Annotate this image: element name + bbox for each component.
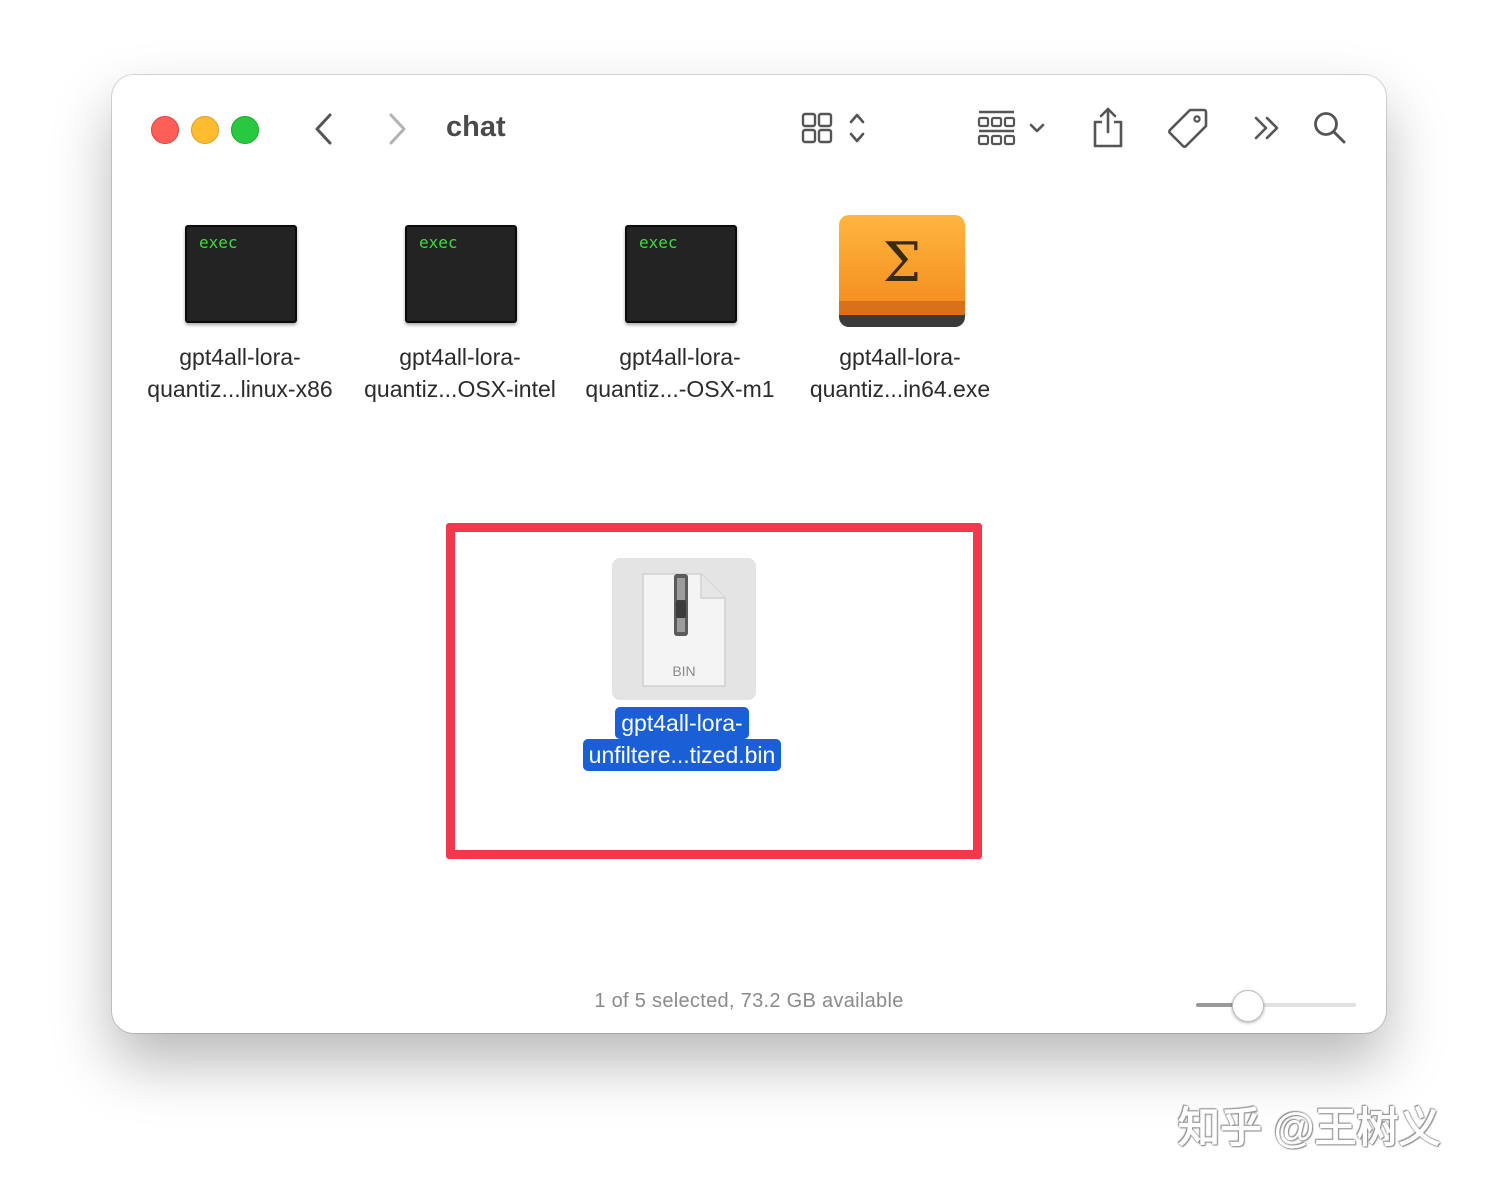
file-item[interactable]: exec gpt4all-lora- quantiz...-OSX-m1 <box>570 195 790 405</box>
file-icon: exec <box>130 195 350 323</box>
slider-thumb[interactable] <box>1231 990 1264 1022</box>
file-icon: exec <box>570 195 790 323</box>
zip-bin-file-icon: BIN <box>642 573 726 687</box>
exec-icon-label: exec <box>419 233 458 252</box>
toolbar: chat <box>112 75 1386 180</box>
file-item[interactable]: exec gpt4all-lora- quantiz...linux-x86 <box>130 195 350 405</box>
file-name-line1: gpt4all-lora- <box>839 344 961 370</box>
close-window-button[interactable] <box>151 116 179 144</box>
double-chevron-icon <box>1254 116 1279 140</box>
file-icon: Σ <box>790 195 1010 327</box>
group-by-icon <box>977 110 1045 146</box>
file-name-line2: quantiz...OSX-intel <box>364 376 556 402</box>
file-name: gpt4all-lora- quantiz...in64.exe <box>790 341 1010 405</box>
sigma-glyph: Σ <box>883 231 921 294</box>
back-button[interactable] <box>309 109 339 149</box>
file-item[interactable]: Σ gpt4all-lora- quantiz...in64.exe <box>790 195 1010 405</box>
search-icon <box>1314 112 1346 144</box>
selected-file-name-line2: unfiltere...tized.bin <box>582 739 782 771</box>
share-icon <box>1093 107 1123 148</box>
file-name: gpt4all-lora- quantiz...OSX-intel <box>350 341 570 405</box>
view-mode-button[interactable] <box>800 105 874 151</box>
exec-icon-label: exec <box>199 233 238 252</box>
zoom-window-button[interactable] <box>231 116 259 144</box>
tag-icon <box>1168 108 1208 148</box>
chevron-right-icon <box>389 113 406 145</box>
window-title: chat <box>446 111 506 143</box>
file-item[interactable]: exec gpt4all-lora- quantiz...OSX-intel <box>350 195 570 405</box>
sigma-app-icon: Σ <box>839 215 965 327</box>
file-icon: exec <box>350 195 570 323</box>
terminal-exec-icon: exec <box>185 225 297 323</box>
file-name-line2: quantiz...-OSX-m1 <box>585 376 775 402</box>
forward-button[interactable] <box>382 109 412 149</box>
file-name-line1: gpt4all-lora- <box>619 344 741 370</box>
file-name-line1: gpt4all-lora- <box>179 344 301 370</box>
file-name-line2: quantiz...linux-x86 <box>147 376 333 402</box>
finder-window: chat exec gpt4all-lora- quantiz...linux-… <box>112 75 1386 1033</box>
minimize-window-button[interactable] <box>191 116 219 144</box>
group-by-button[interactable] <box>976 105 1050 151</box>
icon-grid-view-icon <box>801 112 865 144</box>
exec-icon-label: exec <box>639 233 678 252</box>
terminal-exec-icon: exec <box>625 225 737 323</box>
share-button[interactable] <box>1090 105 1126 151</box>
search-button[interactable] <box>1312 105 1348 151</box>
watermark: 知乎 @王树义 <box>1178 1104 1441 1151</box>
bin-icon-label: BIN <box>672 663 695 679</box>
status-bar-text: 1 of 5 selected, 73.2 GB available <box>594 990 904 1012</box>
file-name-line2: quantiz...in64.exe <box>809 376 991 402</box>
tag-button[interactable] <box>1166 105 1210 151</box>
more-toolbar-items-button[interactable] <box>1250 105 1284 151</box>
file-name: gpt4all-lora- quantiz...linux-x86 <box>130 341 350 405</box>
selected-file-name-line1: gpt4all-lora- <box>615 707 749 739</box>
icon-size-slider[interactable] <box>1196 989 1356 1023</box>
chevron-left-icon <box>315 113 332 145</box>
file-name-line1: gpt4all-lora- <box>399 344 521 370</box>
file-name: gpt4all-lora- quantiz...-OSX-m1 <box>570 341 790 405</box>
selected-file-name[interactable]: gpt4all-lora- unfiltere...tized.bin <box>552 707 812 771</box>
terminal-exec-icon: exec <box>405 225 517 323</box>
selected-file-icon-background[interactable]: BIN <box>612 558 756 700</box>
